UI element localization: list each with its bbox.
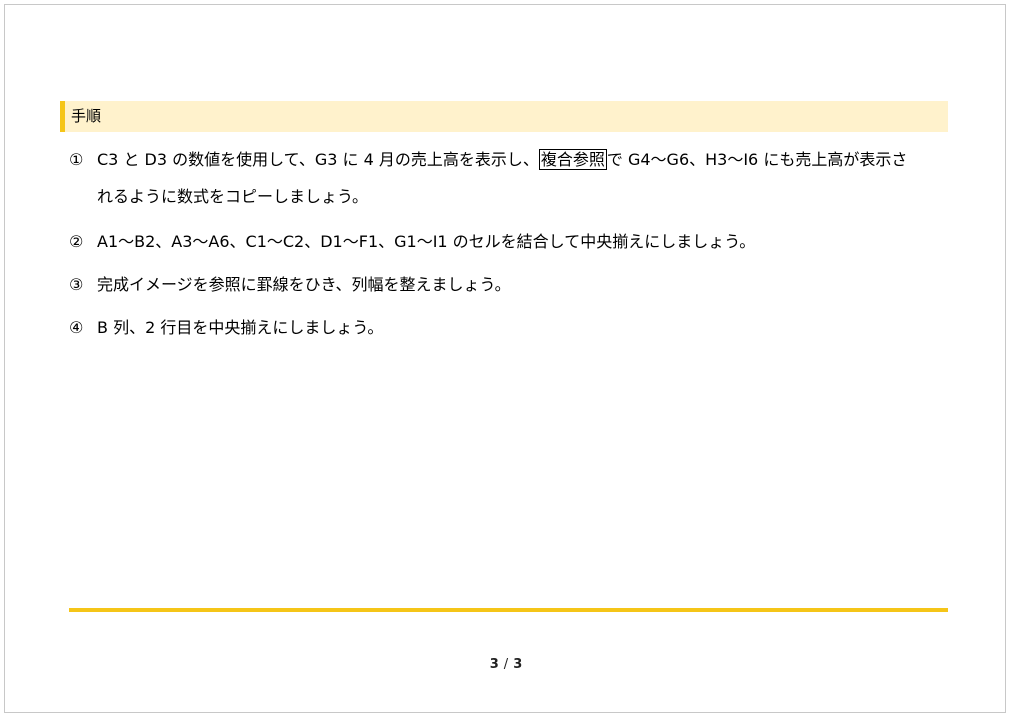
step-number: ① xyxy=(69,150,84,169)
current-page: 3 xyxy=(489,657,499,672)
section-title: 手順 xyxy=(71,107,102,125)
step-item-1-line-2: れるように数式をコピーしましょう。 xyxy=(69,186,368,208)
step-item-4: ④ B 列、2 行目を中央揃えにしましょう。 xyxy=(69,317,383,339)
step-item-2: ② A1〜B2、A3〜A6、C1〜C2、D1〜F1、G1〜I1 のセルを結合して中… xyxy=(69,231,755,253)
footer-divider xyxy=(69,608,948,612)
step-item-3: ③ 完成イメージを参照に罫線をひき、列幅を整えましょう。 xyxy=(69,274,511,296)
boxed-term: 複合参照 xyxy=(538,149,607,170)
page-number: 3 / 3 xyxy=(5,657,1007,672)
step-number: ④ xyxy=(69,318,84,337)
step-text-continued: で G4〜G6、H3〜I6 にも売上高が表示さ xyxy=(606,150,908,169)
total-pages: 3 xyxy=(513,657,523,672)
step-text: B 列、2 行目を中央揃えにしましょう。 xyxy=(97,318,384,337)
page-separator: / xyxy=(503,657,509,672)
step-text: 完成イメージを参照に罫線をひき、列幅を整えましょう。 xyxy=(97,275,511,294)
step-text-wrap: れるように数式をコピーしましょう。 xyxy=(97,187,369,206)
step-number: ② xyxy=(69,232,84,251)
step-number: ③ xyxy=(69,275,84,294)
step-text: C3 と D3 の数値を使用して、G3 に 4 月の売上高を表示し、 xyxy=(97,150,539,169)
step-text: A1〜B2、A3〜A6、C1〜C2、D1〜F1、G1〜I1 のセルを結合して中央… xyxy=(97,232,756,251)
document-page: 手順 ① C3 と D3 の数値を使用して、G3 に 4 月の売上高を表示し、 複合… xyxy=(4,4,1006,713)
section-header: 手順 xyxy=(60,101,948,132)
step-item-1: ① C3 と D3 の数値を使用して、G3 に 4 月の売上高を表示し、 複合参照で… xyxy=(69,149,907,171)
